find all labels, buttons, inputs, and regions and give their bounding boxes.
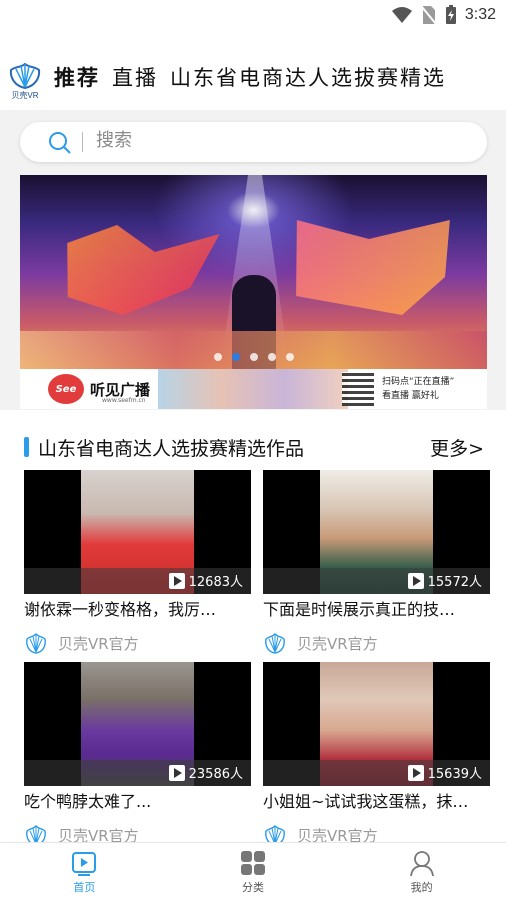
nav-category[interactable]: 分类 (169, 843, 338, 900)
ad-text: 扫码点“正在直播” 看直播 赢好礼 (382, 375, 454, 403)
carousel-dots (213, 353, 294, 361)
view-count-badge: 15572人 (407, 571, 482, 590)
top-content-area (0, 110, 506, 410)
view-count: 15572人 (427, 575, 482, 590)
logo-text: 贝壳VR (11, 91, 39, 100)
tab-recommend[interactable]: 推荐 (54, 62, 100, 92)
view-count-badge: 15639人 (407, 763, 482, 782)
view-count: 23586人 (188, 767, 243, 782)
ad-logo: See (48, 374, 84, 404)
banner-glyph-right (280, 220, 470, 315)
author-avatar-icon (265, 633, 285, 654)
video-title[interactable]: 吃个鸭脖太难了... (24, 790, 251, 814)
view-count-badge: 12683人 (168, 571, 243, 590)
video-card[interactable]: 23586人 吃个鸭脖太难了... 贝壳VR官方 (24, 662, 251, 848)
status-bar: 3:32 (0, 0, 506, 30)
video-card[interactable]: 15639人 小姐姐~试试我这蛋糕，抹… 贝壳VR官方 (263, 662, 490, 848)
nav-profile-label: 我的 (410, 880, 433, 894)
author-name: 贝壳VR官方 (297, 634, 378, 653)
view-count: 15639人 (427, 767, 482, 782)
battery-charging-icon (445, 5, 456, 24)
ad-photos (158, 369, 348, 409)
shell-logo-icon (9, 62, 41, 90)
video-author[interactable]: 贝壳VR官方 (263, 630, 490, 656)
ad-banner[interactable]: See 听见广播 www.seefm.cn 扫码点“正在直播” 看直播 赢好礼 (20, 369, 487, 409)
video-card[interactable]: 15572人 下面是时候展示真正的技… 贝壳VR官方 (263, 470, 490, 656)
video-card[interactable]: 12683人 谢依霖一秒变格格，我厉… 贝壳VR官方 (24, 470, 251, 656)
no-sim-icon (421, 6, 437, 25)
nav-profile[interactable]: 我的 (337, 843, 506, 900)
play-icon (168, 764, 185, 781)
view-count-badge: 23586人 (168, 763, 243, 782)
nav-home[interactable]: 首页 (0, 843, 169, 900)
author-name: 贝壳VR官方 (58, 634, 139, 653)
search-icon (49, 132, 71, 154)
video-thumbnail[interactable]: 23586人 (24, 662, 251, 786)
header: 贝壳VR 推荐 直播 山东省电商达人选拔赛精选 (0, 50, 506, 110)
bottom-nav: 首页 分类 我的 (0, 842, 506, 900)
play-icon (407, 572, 424, 589)
category-icon (241, 850, 265, 875)
nav-home-label: 首页 (73, 880, 96, 894)
banner-carousel[interactable] (20, 175, 487, 371)
qr-code-icon (342, 372, 374, 406)
section-title: 山东省电商达人选拔赛精选作品 (38, 438, 305, 460)
carousel-dot[interactable] (249, 353, 258, 361)
wifi-icon (391, 7, 412, 23)
home-icon (72, 851, 97, 876)
video-author[interactable]: 贝壳VR官方 (24, 630, 251, 656)
video-title[interactable]: 下面是时候展示真正的技… (263, 598, 490, 622)
top-tabs: 推荐 直播 山东省电商达人选拔赛精选 (54, 62, 506, 92)
video-title[interactable]: 谢依霖一秒变格格，我厉… (24, 598, 251, 622)
tab-live[interactable]: 直播 (112, 62, 158, 92)
play-icon (407, 764, 424, 781)
video-thumbnail[interactable]: 15639人 (263, 662, 490, 786)
banner-glyph-left (48, 225, 222, 315)
video-title[interactable]: 小姐姐~试试我这蛋糕，抹… (263, 790, 490, 814)
view-count: 12683人 (188, 575, 243, 590)
status-time: 3:32 (464, 6, 496, 23)
play-icon (168, 572, 185, 589)
more-link[interactable]: 更多> (430, 434, 484, 461)
ad-url: www.seefm.cn (102, 397, 146, 404)
carousel-dot[interactable] (213, 353, 222, 361)
search-bar[interactable] (20, 122, 487, 162)
carousel-dot-active[interactable] (231, 353, 240, 361)
search-input[interactable] (96, 130, 396, 151)
ad-text-line1: 扫码点“正在直播” (382, 377, 455, 387)
tab-shandong-contest[interactable]: 山东省电商达人选拔赛精选 (170, 62, 446, 92)
banner-city (20, 331, 487, 371)
carousel-dot[interactable] (267, 353, 276, 361)
search-divider (82, 132, 83, 152)
status-icons: 3:32 (391, 4, 496, 26)
video-thumbnail[interactable]: 15572人 (263, 470, 490, 594)
app-logo: 贝壳VR (8, 60, 42, 102)
section-accent-bar (24, 437, 29, 457)
ad-text-line2: 看直播 赢好礼 (382, 391, 439, 401)
carousel-dot[interactable] (285, 353, 294, 361)
video-thumbnail[interactable]: 12683人 (24, 470, 251, 594)
author-avatar-icon (26, 633, 46, 654)
nav-category-label: 分类 (242, 880, 264, 894)
profile-icon (409, 850, 434, 876)
